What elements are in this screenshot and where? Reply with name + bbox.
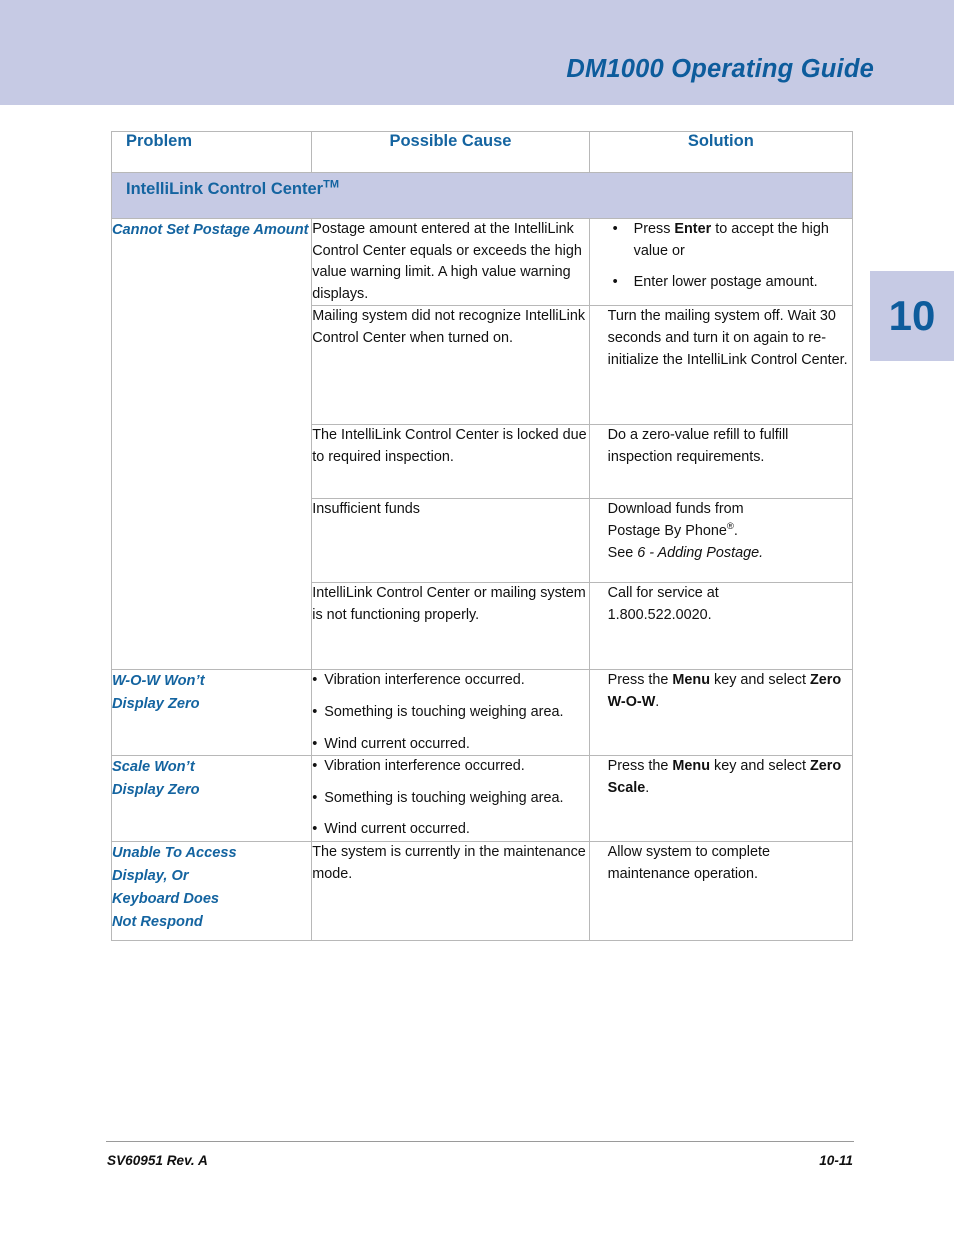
cell-cause-maintenance-mode: The system is currently in the maintenan…: [311, 841, 590, 942]
solution-line-1: Call for service at: [607, 585, 719, 602]
problem-line-2: Display, Or: [112, 868, 189, 885]
solution-line-1: Download funds from: [607, 501, 744, 518]
period: .: [733, 523, 738, 540]
list-item: Vibration interference occurred.: [312, 756, 588, 778]
see-reference-prefix: See: [607, 544, 638, 561]
cell-solution-high-value-warning: Press Enter to accept the high value or …: [588, 217, 854, 307]
problem-line-3: Keyboard Does: [112, 891, 220, 908]
bullet-text-pre: Press: [633, 221, 675, 237]
table-row: Cannot Set Postage Amount Postage amount…: [110, 217, 854, 671]
table-section-band: IntelliLink Control CenterTM: [111, 172, 853, 219]
cell-problem-unable-to-access: Unable To Access Display, Or Keyboard Do…: [110, 841, 313, 942]
cell-problem-wow-wont-display-zero: W-O-W Won’t Display Zero: [110, 669, 313, 757]
cell-solution-restart-system: Turn the mailing system off. Wait 30 sec…: [588, 305, 854, 426]
cell-cause-locked-inspection: The IntelliLink Control Center is locked…: [311, 424, 590, 500]
table-row: Unable To Access Display, Or Keyboard Do…: [110, 841, 854, 942]
list-item: Wind current occurred.: [312, 819, 588, 841]
cell-cause-insufficient-funds: Insufficient funds: [311, 498, 590, 584]
list-item: Enter lower postage amount.: [608, 272, 852, 294]
list-item: Something is touching weighing area.: [312, 702, 588, 724]
solution-post: .: [655, 694, 660, 711]
problem-line-1: Scale Won’t: [112, 759, 195, 776]
menu-key-label: Menu: [672, 758, 710, 775]
cell-solution-zero-wow: Press the Menu key and select Zero W-O-W…: [588, 669, 854, 757]
cell-cause-high-value-warning: Postage amount entered at the IntelliLin…: [311, 217, 590, 307]
cell-solution-call-service: Call for service at 1.800.522.0020.: [588, 582, 854, 671]
section-title: IntelliLink Control Center: [126, 180, 324, 198]
solution-pre: Press the: [607, 672, 673, 689]
cause-bullet-list: Vibration interference occurred. Somethi…: [312, 670, 588, 755]
list-item: Something is touching weighing area.: [312, 788, 588, 810]
column-header-solution: Solution: [588, 131, 854, 173]
cell-solution-zero-value-refill: Do a zero-value refill to fulfill inspec…: [588, 424, 854, 500]
cell-solution-allow-maintenance: Allow system to complete maintenance ope…: [588, 841, 854, 942]
page-title: DM1000 Operating Guide: [566, 55, 874, 83]
problem-line-1: W-O-W Won’t: [112, 673, 205, 690]
table-header: Problem Possible Cause Solution: [110, 131, 854, 173]
cell-cause-not-recognized: Mailing system did not recognize Intelli…: [311, 305, 590, 426]
bullet-text-pre: Enter lower postage amount.: [633, 274, 818, 291]
solution-bullet-list: Press Enter to accept the high value or …: [608, 219, 852, 294]
solution-line-3: See 6 - Adding Postage.: [608, 543, 852, 565]
section-band-cell: IntelliLink Control CenterTM: [111, 172, 853, 219]
solution-line-2: Postage By Phone®.: [608, 521, 852, 543]
problem-line-2: Display Zero: [112, 782, 200, 799]
footer-divider: [106, 1141, 854, 1142]
solution-line-2-phone: 1.800.522.0020.: [607, 607, 712, 624]
solution-mid: key and select: [710, 758, 810, 775]
table-row: Scale Won’t Display Zero Vibration inter…: [110, 755, 854, 843]
chapter-tab-marker: 10: [870, 271, 954, 361]
chapter-number: 10: [888, 292, 936, 339]
table-row: W-O-W Won’t Display Zero Vibration inter…: [110, 669, 854, 757]
list-item: Vibration interference occurred.: [312, 670, 588, 692]
cause-bullet-list: Vibration interference occurred. Somethi…: [312, 756, 588, 841]
footer-document-id: SV60951 Rev. A: [107, 1153, 208, 1168]
column-header-possible-cause: Possible Cause: [311, 131, 590, 173]
cell-problem-cannot-set-postage: Cannot Set Postage Amount: [110, 217, 313, 671]
cell-problem-scale-wont-display-zero: Scale Won’t Display Zero: [110, 755, 313, 843]
solution-text: Press the Menu key and select Zero Scale…: [608, 756, 852, 799]
cell-solution-zero-scale: Press the Menu key and select Zero Scale…: [588, 755, 854, 843]
column-header-problem: Problem: [110, 131, 313, 173]
bullet-text-bold: Enter: [674, 221, 712, 237]
problem-line-4: Not Respond: [112, 914, 203, 931]
problem-line-1: Unable To Access: [112, 845, 237, 862]
problem-line-2: Display Zero: [112, 696, 200, 713]
list-item: Wind current occurred.: [312, 734, 588, 756]
troubleshooting-table: Problem Possible Cause Solution IntelliL…: [110, 131, 854, 942]
page-header-band: [0, 0, 954, 105]
postage-by-phone-text: Postage By Phone: [607, 523, 727, 540]
cell-solution-download-funds: Download funds from Postage By Phone®. S…: [588, 498, 854, 584]
list-item: Press Enter to accept the high value or: [608, 219, 852, 262]
solution-text: Press the Menu key and select Zero W-O-W…: [608, 670, 852, 713]
registered-symbol: ®: [726, 521, 734, 533]
footer-page-number: 10-11: [819, 1153, 853, 1168]
cell-cause-not-functioning: IntelliLink Control Center or mailing sy…: [311, 582, 590, 671]
trademark-symbol: TM: [323, 178, 339, 191]
table-header-row: Problem Possible Cause Solution: [110, 131, 854, 173]
solution-post: .: [645, 779, 650, 796]
solution-pre: Press the: [607, 758, 673, 775]
solution-mid: key and select: [710, 672, 810, 689]
see-reference-target: 6 - Adding Postage.: [637, 544, 764, 561]
cell-cause-scale-zero: Vibration interference occurred. Somethi…: [311, 755, 590, 843]
cell-cause-wow-zero: Vibration interference occurred. Somethi…: [311, 669, 590, 757]
menu-key-label: Menu: [672, 672, 710, 689]
